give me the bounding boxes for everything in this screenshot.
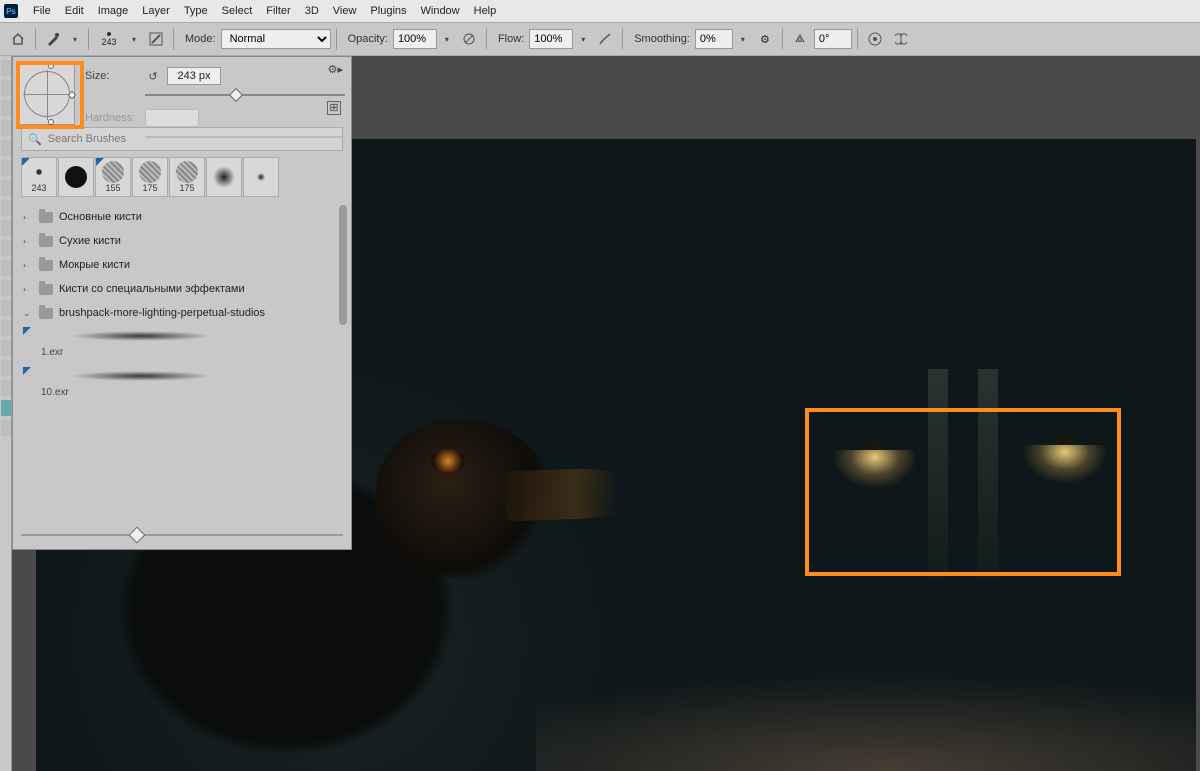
panel-menu-icon[interactable]: ⚙▸ [328,63,343,76]
menu-file[interactable]: File [26,5,58,17]
flow-input[interactable] [529,29,573,49]
brush-folder[interactable]: ⌄brushpack-more-lighting-perpetual-studi… [13,301,351,325]
flow-dropdown[interactable]: ▾ [575,35,591,44]
app-logo: Ps [4,4,18,18]
recent-brush-0[interactable]: 243 [21,157,57,197]
tools-panel[interactable] [0,56,12,771]
recent-brush-2[interactable]: 155 [95,157,131,197]
angle-input[interactable] [814,29,852,49]
angle-icon: ⟁ [788,27,812,51]
brush-item[interactable]: 1.exr [13,325,351,365]
opacity-dropdown[interactable]: ▾ [439,35,455,44]
airbrush-icon[interactable] [593,27,617,51]
size-pressure-icon[interactable] [863,27,887,51]
menu-view[interactable]: View [326,5,364,17]
size-label: Size: [85,70,139,82]
brush-folder[interactable]: ›Мокрые кисти [13,253,351,277]
options-bar: ▾ 243 ▾ Mode: Normal Opacity: ▾ Flow: ▾ … [0,22,1200,56]
brush-tip-preview[interactable] [19,63,75,125]
menu-bar: Ps FileEditImageLayerTypeSelectFilter3DV… [0,0,1200,22]
tool-preset-icon[interactable] [41,27,65,51]
brush-settings-icon[interactable] [144,27,168,51]
brush-folder[interactable]: ›Кисти со специальными эффектами [13,277,351,301]
size-reset-icon[interactable]: ↺ [145,70,161,83]
home-icon[interactable] [6,27,30,51]
brush-preset-panel: Size: ↺ 243 px Hardness: ⚙▸ ⊞ 🔍 Search B… [12,56,352,550]
recent-brush-5[interactable] [206,157,242,197]
menu-filter[interactable]: Filter [259,5,297,17]
smoothing-input[interactable] [695,29,733,49]
preview-size-slider[interactable] [21,527,343,543]
recent-brush-3[interactable]: 175 [132,157,168,197]
menu-window[interactable]: Window [414,5,467,17]
menu-3d[interactable]: 3D [298,5,326,17]
brush-preset-thumb[interactable]: 243 [94,24,124,54]
new-brush-icon[interactable]: ⊞ [327,101,341,115]
opacity-input[interactable] [393,29,437,49]
hardness-slider [145,131,345,143]
artwork-crow-beak [505,467,647,522]
recent-brushes: 243155175175 [13,155,351,199]
smoothing-label: Smoothing: [634,33,690,45]
mode-label: Mode: [185,33,216,45]
artwork-lamp [830,440,920,520]
artwork-mist [536,591,1196,771]
smoothing-gear-icon[interactable]: ⚙ [753,27,777,51]
size-value[interactable]: 243 px [167,67,221,85]
menu-help[interactable]: Help [467,5,504,17]
menu-plugins[interactable]: Plugins [363,5,413,17]
menu-image[interactable]: Image [91,5,136,17]
size-slider[interactable] [145,89,345,101]
brush-folder[interactable]: ›Сухие кисти [13,229,351,253]
hardness-label: Hardness: [85,112,139,124]
artwork-lamp [1020,435,1110,515]
artwork-crow-eye [431,449,465,473]
tool-preset-dropdown[interactable]: ▾ [67,35,83,44]
menu-edit[interactable]: Edit [58,5,91,17]
smoothing-dropdown[interactable]: ▾ [735,35,751,44]
brush-tree-scrollbar[interactable] [337,205,349,475]
menu-layer[interactable]: Layer [135,5,177,17]
brush-folder[interactable]: ›Основные кисти [13,205,351,229]
menu-select[interactable]: Select [215,5,260,17]
hardness-value [145,109,199,127]
search-icon: 🔍 [28,133,42,146]
search-placeholder: Search Brushes [48,133,126,145]
blend-mode-select[interactable]: Normal [221,29,331,49]
brush-preset-dropdown[interactable]: ▾ [126,35,142,44]
recent-brush-6[interactable] [243,157,279,197]
artwork-pillar [928,369,948,579]
opacity-pressure-icon[interactable] [457,27,481,51]
recent-brush-4[interactable]: 175 [169,157,205,197]
brush-item[interactable]: 10.exr [13,365,351,405]
menu-type[interactable]: Type [177,5,215,17]
symmetry-icon[interactable] [889,27,913,51]
opacity-label: Opacity: [348,33,388,45]
brush-tree[interactable]: ›Основные кисти›Сухие кисти›Мокрые кисти… [13,205,351,475]
flow-label: Flow: [498,33,524,45]
recent-brush-1[interactable] [58,157,94,197]
artwork-pillar [978,369,998,579]
